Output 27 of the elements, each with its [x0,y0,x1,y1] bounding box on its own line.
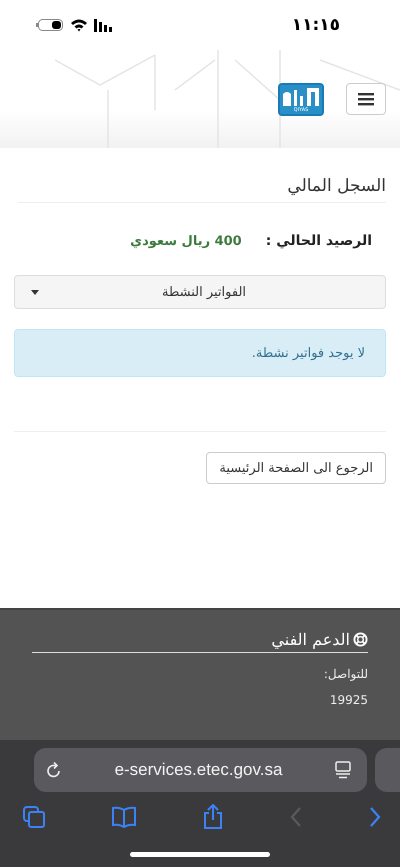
alert-text: لا يوجد فواتير نشطة. [252,346,365,360]
menu-icon [358,92,374,106]
back-home-button[interactable]: الرجوع الى الصفحة الرئيسية [206,452,386,484]
next-tab-preview[interactable] [375,748,400,792]
menu-button[interactable] [346,83,386,115]
caret-icon [31,290,39,294]
reload-icon [46,761,62,779]
url-text: e-services.etec.gov.sa [114,760,282,780]
logo-mark-icon [281,86,321,108]
tabs-icon[interactable] [22,805,46,829]
page-title: السجل المالي [18,176,386,203]
address-bar[interactable]: e-services.etec.gov.sa [34,748,367,792]
bookmarks-icon[interactable] [111,806,137,828]
contact-label: للتواصل: [322,667,368,681]
invoice-dropdown[interactable]: الفواتير النشطة [14,275,386,309]
forward-icon[interactable] [368,806,382,828]
phone-number: 19925 [328,693,368,707]
status-time: ١١:١٥ [292,15,340,35]
lifebuoy-icon [353,632,368,647]
reader-icon [335,761,351,779]
balance-value: 400 ريال سعودي [130,234,242,248]
signal-icon [94,18,114,32]
battery-icon [36,18,64,32]
footer-title: الدعم الفني [271,630,350,649]
balance-label: الرصيد الحالي : [266,233,372,249]
wifi-icon [70,18,88,32]
share-icon[interactable] [202,804,224,830]
